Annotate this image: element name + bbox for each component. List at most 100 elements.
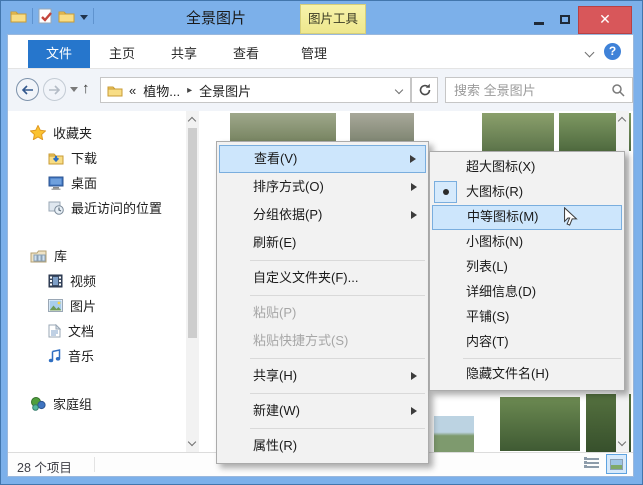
items-count: 28 个项目	[17, 461, 72, 475]
back-button[interactable]	[16, 78, 39, 101]
menu-item-list[interactable]: 列表(L)	[432, 255, 622, 280]
tab-file[interactable]: 文件	[28, 40, 90, 68]
menu-item-refresh[interactable]: 刷新(E)	[219, 229, 426, 257]
qat-separator	[93, 8, 94, 24]
sidebar-item-pictures[interactable]: 图片	[8, 293, 186, 318]
photo-thumbnail[interactable]	[230, 113, 336, 143]
sidebar-item-favorites[interactable]: 收藏夹	[8, 120, 186, 145]
up-button[interactable]: ↑	[82, 80, 90, 97]
sidebar-item-label: 收藏夹	[53, 126, 93, 141]
qat-dropdown-icon[interactable]	[80, 14, 88, 20]
menu-item-view[interactable]: 查看(V)	[219, 145, 426, 173]
search-icon[interactable]	[612, 84, 625, 97]
sidebar-item-homegroup[interactable]: 家庭组	[8, 391, 186, 416]
photo-thumbnail[interactable]	[434, 416, 474, 452]
maximize-icon	[560, 15, 570, 24]
pictures-icon	[48, 299, 63, 312]
breadcrumb-separator-icon[interactable]: ▸	[187, 85, 192, 96]
menu-item-label: 共享(H)	[253, 368, 298, 383]
menu-item-extra-large-icons[interactable]: 超大图标(X)	[432, 155, 622, 180]
menu-item-label: 超大图标(X)	[466, 159, 536, 174]
menu-item-properties[interactable]: 属性(R)	[219, 432, 426, 460]
menu-item-tiles[interactable]: 平铺(S)	[432, 305, 622, 330]
scrollbar-thumb[interactable]	[188, 128, 197, 338]
tab-home[interactable]: 主页	[96, 40, 148, 68]
sidebar-item-label: 下载	[71, 151, 98, 166]
menu-item-label: 排序方式(O)	[253, 179, 324, 194]
new-folder-icon[interactable]	[58, 9, 75, 23]
close-button[interactable]: ✕	[578, 5, 632, 34]
photo-thumbnail[interactable]	[482, 113, 554, 151]
homegroup-icon	[31, 397, 46, 411]
breadcrumb-prefix: «	[129, 82, 137, 98]
scroll-up-icon[interactable]	[617, 116, 627, 126]
menu-item-new[interactable]: 新建(W)	[219, 397, 426, 425]
tab-manage[interactable]: 管理	[288, 40, 340, 68]
sidebar-item-label: 桌面	[71, 176, 98, 191]
sidebar-item-label: 音乐	[68, 349, 95, 364]
forward-arrow-icon	[49, 84, 61, 95]
address-dropdown-icon[interactable]	[394, 85, 404, 95]
history-dropdown-icon[interactable]	[70, 87, 78, 92]
menu-item-content[interactable]: 内容(T)	[432, 330, 622, 355]
menu-item-label: 查看(V)	[254, 151, 298, 166]
sidebar-scrollbar[interactable]	[186, 111, 199, 452]
menu-item-medium-icons[interactable]: 中等图标(M)	[432, 205, 622, 230]
details-view-button[interactable]	[584, 457, 599, 471]
title-bar[interactable]: 全景图片 图片工具 ✕	[1, 1, 642, 34]
search-input[interactable]	[454, 79, 604, 101]
menu-item-label: 粘贴(P)	[253, 305, 297, 320]
status-separator	[94, 457, 95, 472]
refresh-button[interactable]	[411, 77, 438, 103]
menu-item-label: 内容(T)	[466, 334, 509, 349]
menu-item-small-icons[interactable]: 小图标(N)	[432, 230, 622, 255]
address-box[interactable]: « 植物... ▸ 全景图片	[100, 77, 411, 103]
desktop-icon	[48, 176, 64, 190]
breadcrumb-current[interactable]: 全景图片	[199, 81, 251, 100]
properties-doc-icon[interactable]	[38, 8, 53, 24]
tab-view[interactable]: 查看	[220, 40, 272, 68]
menu-item-label: 刷新(E)	[253, 235, 297, 250]
mouse-cursor-icon	[564, 207, 578, 226]
menu-item-share[interactable]: 共享(H)	[219, 362, 426, 390]
breadcrumb-parent[interactable]: 植物...	[143, 81, 180, 100]
photo-thumbnail[interactable]	[500, 397, 580, 451]
menu-item-customize-folder[interactable]: 自定义文件夹(F)...	[219, 264, 426, 292]
menu-separator	[250, 295, 425, 296]
sidebar-item-label: 文档	[68, 324, 95, 339]
picture-tools-tab[interactable]: 图片工具	[300, 4, 366, 34]
search-box[interactable]	[445, 77, 633, 103]
menu-item-label: 粘贴快捷方式(S)	[253, 333, 349, 348]
sidebar-item-label: 图片	[70, 299, 97, 314]
menu-item-label: 小图标(N)	[466, 234, 524, 249]
menu-item-label: 详细信息(D)	[466, 284, 537, 299]
forward-button[interactable]	[43, 78, 66, 101]
sidebar-item-music[interactable]: 音乐	[8, 343, 186, 368]
help-icon[interactable]: ?	[604, 43, 621, 60]
sidebar-item-desktop[interactable]: 桌面	[8, 170, 186, 195]
sidebar-item-documents[interactable]: 文档	[8, 318, 186, 343]
minimize-ribbon-icon[interactable]	[584, 47, 595, 58]
sidebar-item-videos[interactable]: 视频	[8, 268, 186, 293]
qat-separator	[32, 8, 33, 24]
menu-item-hide-file-names[interactable]: 隐藏文件名(H)	[432, 362, 622, 387]
scroll-down-icon[interactable]	[617, 437, 627, 447]
tab-share[interactable]: 共享	[158, 40, 210, 68]
menu-item-sort-by[interactable]: 排序方式(O)	[219, 173, 426, 201]
photo-thumbnail[interactable]	[350, 113, 414, 143]
menu-item-large-icons[interactable]: 大图标(R)	[432, 180, 622, 205]
menu-item-details[interactable]: 详细信息(D)	[432, 280, 622, 305]
menu-item-group-by[interactable]: 分组依据(P)	[219, 201, 426, 229]
maximize-button[interactable]	[552, 6, 578, 34]
minimize-button[interactable]	[526, 6, 552, 34]
scroll-up-icon[interactable]	[187, 116, 197, 126]
sidebar-item-recent-places[interactable]: 最近访问的位置	[8, 195, 186, 220]
sidebar-item-label: 家庭组	[53, 397, 93, 412]
submenu-arrow-icon	[411, 211, 417, 219]
sidebar-item-libraries[interactable]: 库	[8, 243, 186, 268]
thumbnail-view-button[interactable]	[606, 454, 627, 474]
window-title: 全景图片	[186, 10, 247, 27]
sidebar-item-downloads[interactable]: 下载	[8, 145, 186, 170]
download-folder-icon	[48, 153, 64, 164]
scroll-down-icon[interactable]	[187, 437, 197, 447]
